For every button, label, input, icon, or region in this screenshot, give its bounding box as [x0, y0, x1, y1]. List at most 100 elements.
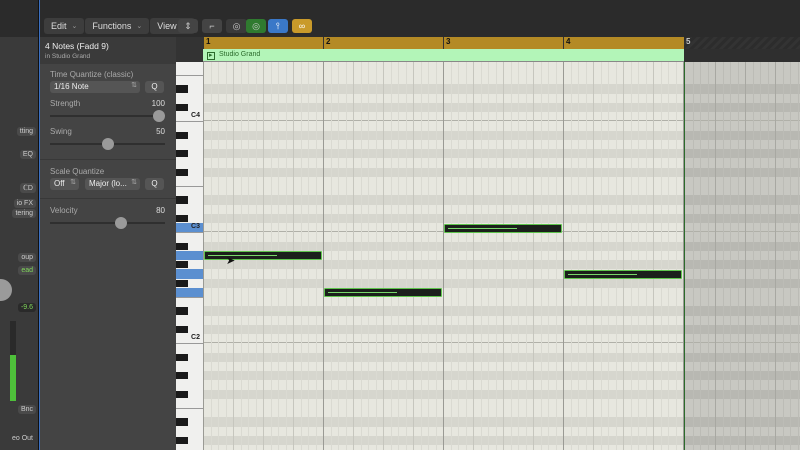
mouse-cursor-icon: ➤: [226, 255, 236, 267]
swing-label: Swing: [50, 127, 72, 136]
grid-line: [737, 62, 739, 450]
velocity-slider-knob[interactable]: [114, 217, 127, 229]
piano-roll-grid[interactable]: [203, 62, 684, 450]
grid-line: [775, 62, 776, 450]
region-header[interactable]: ▸ Studio Grand: [203, 49, 684, 62]
bounce-button[interactable]: Bnc: [17, 405, 36, 414]
piano-keyboard[interactable]: C4 C3 C2: [176, 62, 203, 450]
black-key[interactable]: [176, 261, 188, 269]
time-quantize-select[interactable]: 1/16 Note ⇅: [50, 81, 140, 93]
swing-slider-knob[interactable]: [101, 138, 114, 150]
white-key-divider: [176, 343, 203, 345]
bar-number: 1: [203, 37, 210, 49]
grid-line: [700, 62, 701, 450]
black-key[interactable]: [176, 242, 188, 250]
black-key[interactable]: [176, 372, 188, 380]
midi-out-button[interactable]: ◎: [246, 19, 266, 33]
black-key[interactable]: [176, 214, 188, 222]
midi-in-button[interactable]: ◎: [226, 19, 247, 33]
black-key[interactable]: [176, 196, 188, 204]
strength-value: 100: [151, 99, 165, 108]
collapse-button[interactable]: ⇕: [178, 19, 198, 33]
white-key-divider: [176, 121, 203, 123]
black-key[interactable]: [176, 353, 188, 361]
grid-line: [608, 62, 609, 450]
time-quantize-q-button[interactable]: Q: [145, 81, 164, 93]
key-label-c3: C3: [191, 223, 200, 230]
region-header-outside: [684, 49, 800, 62]
section-divider: [40, 198, 176, 199]
grid-line: [488, 62, 489, 450]
grid-line: [692, 62, 694, 450]
channel-strip: tting EQ ℂD io FX tering oup ead -9.6 Bn…: [0, 37, 38, 450]
scale-type-select[interactable]: Major (lo... ⇅: [85, 178, 140, 190]
black-key[interactable]: [176, 168, 188, 176]
velocity-slider[interactable]: [50, 217, 165, 229]
midi-note-G2[interactable]: [564, 269, 682, 279]
scale-root-select[interactable]: Off ⇅: [50, 178, 79, 190]
edit-menu[interactable]: Edit ⌄: [44, 18, 85, 34]
grid-line: [707, 62, 709, 450]
grid-line: [375, 62, 377, 450]
grid-line: [638, 62, 639, 450]
white-key-divider: [176, 232, 203, 234]
grid-line: [420, 62, 422, 450]
link-button[interactable]: ∞: [292, 19, 312, 33]
grid-line: [615, 62, 617, 450]
midi-tool-button[interactable]: ⌐: [202, 19, 222, 33]
pan-knob[interactable]: [0, 279, 12, 301]
catch-icon: ⫯: [276, 21, 280, 31]
link-slot[interactable]: ℂD: [20, 183, 36, 193]
keyboard-header: [176, 37, 203, 62]
strength-slider[interactable]: [50, 110, 165, 122]
grid-line: [390, 62, 392, 450]
black-key[interactable]: [176, 85, 188, 93]
scale-root-value: Off: [54, 179, 65, 188]
eq-button[interactable]: EQ: [19, 150, 36, 159]
midi-note-F2[interactable]: [324, 288, 442, 298]
audio-fx-slot[interactable]: io FX: [13, 199, 36, 208]
time-quantize-value: 1/16 Note: [54, 82, 89, 91]
black-key[interactable]: [176, 418, 188, 426]
midi-note-A2[interactable]: [204, 251, 322, 261]
menu-bar: Edit ⌄ Functions ⌄ View ⌄: [44, 18, 195, 34]
grid-line: [782, 62, 784, 450]
black-key[interactable]: [176, 103, 188, 111]
brush-icon: ⌐: [209, 21, 215, 31]
automation-read-button[interactable]: ead: [18, 266, 36, 275]
velocity-bar: [448, 227, 518, 229]
white-key-divider: [176, 75, 203, 76]
updown-icon: ⇅: [131, 82, 137, 89]
grid-line: [435, 62, 437, 450]
black-key[interactable]: [176, 279, 188, 287]
piano-roll-grid-outside[interactable]: [684, 62, 800, 450]
midi-note-C3[interactable]: [444, 223, 562, 233]
strength-slider-knob[interactable]: [153, 110, 165, 122]
black-key[interactable]: [176, 131, 188, 139]
swing-value: 50: [156, 127, 165, 136]
grid-line: [593, 62, 594, 450]
swing-slider[interactable]: [50, 138, 165, 150]
black-key[interactable]: [176, 436, 188, 444]
bar-ruler-outside[interactable]: 5: [684, 37, 800, 49]
velocity-label: Velocity: [50, 206, 78, 215]
catch-button[interactable]: ⫯: [268, 19, 288, 33]
scale-quantize-q-button[interactable]: Q: [145, 178, 164, 190]
setting-button[interactable]: tting: [16, 127, 36, 136]
bar-ruler[interactable]: 1 2 3 4: [203, 37, 684, 49]
functions-menu[interactable]: Functions ⌄: [85, 18, 150, 34]
grid-line: [533, 62, 534, 450]
black-key[interactable]: [176, 150, 188, 158]
grid-line: [518, 62, 519, 450]
grid-line: [630, 62, 632, 450]
black-key[interactable]: [176, 307, 188, 315]
black-key[interactable]: [176, 325, 188, 333]
group-button[interactable]: oup: [18, 253, 36, 262]
grid-line: [675, 62, 677, 450]
time-quantize-label: Time Quantize (classic): [50, 70, 134, 79]
black-key[interactable]: [176, 390, 188, 398]
grid-line: [323, 62, 324, 450]
filtering-slot[interactable]: tering: [12, 209, 36, 218]
grid-line: [760, 62, 761, 450]
collapse-icon: ⇕: [184, 21, 192, 31]
